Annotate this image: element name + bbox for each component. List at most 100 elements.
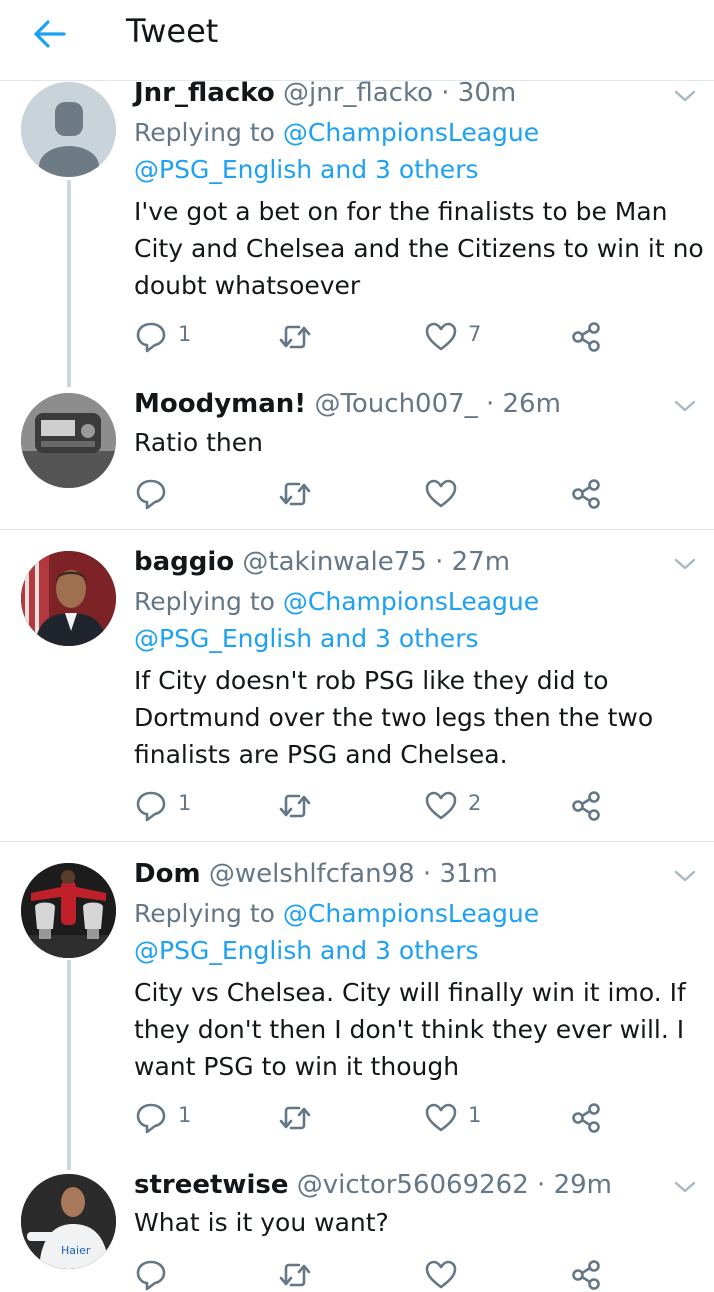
reply-button[interactable]: 1	[134, 789, 214, 823]
arrow-left-icon[interactable]	[30, 14, 70, 54]
heart-icon	[424, 320, 458, 354]
replying-to: Replying to @ChampionsLeague @PSG_Englis…	[134, 114, 539, 188]
share-button[interactable]	[569, 320, 609, 354]
share-button[interactable]	[569, 789, 609, 823]
tweet-header: Jnr_flacko @jnr_flacko · 30m	[134, 78, 516, 108]
speech-bubble-icon	[134, 789, 168, 823]
avatar[interactable]	[21, 863, 116, 958]
avatar[interactable]: Haier	[21, 1174, 116, 1269]
tweet-text: City vs Chelsea. City will finally win i…	[134, 978, 686, 1081]
handle[interactable]: @victor56069262	[297, 1170, 529, 1200]
timestamp: · 29m	[537, 1170, 612, 1200]
tweet-text: What is it you want?	[134, 1208, 389, 1237]
like-button[interactable]: 7	[424, 320, 504, 354]
mention-link[interactable]: @ChampionsLeague	[283, 118, 539, 147]
replying-to: Replying to @ChampionsLeague @PSG_Englis…	[134, 583, 539, 657]
share-icon	[569, 1101, 603, 1135]
retweet-button[interactable]	[278, 1101, 318, 1135]
timestamp: · 31m	[422, 859, 498, 889]
replying-prefix: Replying to	[134, 118, 283, 147]
thread-line	[67, 960, 71, 1170]
tweet-header: baggio @takinwale75 · 27m	[134, 547, 510, 577]
tweet-header: Dom @welshlfcfan98 · 31m	[134, 859, 498, 889]
avatar[interactable]	[21, 393, 116, 488]
mention-link[interactable]: @ChampionsLeague	[283, 899, 539, 928]
share-button[interactable]	[569, 1101, 609, 1135]
retweet-button[interactable]	[278, 789, 318, 823]
reply-button[interactable]	[134, 477, 214, 511]
timestamp: · 27m	[435, 547, 511, 577]
share-button[interactable]	[569, 1258, 609, 1292]
heart-icon	[424, 477, 458, 511]
heart-icon	[424, 789, 458, 823]
mention-link[interactable]: @PSG_English and 3 others	[134, 155, 479, 184]
retweet-icon	[278, 789, 312, 823]
handle[interactable]: @takinwale75	[242, 547, 426, 577]
speech-bubble-icon	[134, 320, 168, 354]
share-icon	[569, 789, 603, 823]
like-count: 1	[468, 1103, 482, 1127]
display-name[interactable]: baggio	[134, 547, 234, 577]
mention-link[interactable]: @ChampionsLeague	[283, 587, 539, 616]
chevron-down-icon[interactable]	[672, 551, 698, 577]
tweet-text: Ratio then	[134, 428, 264, 457]
speech-bubble-icon	[134, 1258, 168, 1292]
reply-count: 1	[178, 322, 192, 346]
avatar[interactable]	[21, 551, 116, 646]
display-name[interactable]: Dom	[134, 859, 201, 889]
handle[interactable]: @jnr_flacko	[283, 78, 433, 108]
retweet-button[interactable]	[278, 320, 318, 354]
chevron-down-icon[interactable]	[672, 393, 698, 419]
retweet-icon	[278, 1258, 312, 1292]
speech-bubble-icon	[134, 477, 168, 511]
svg-text:Haier: Haier	[61, 1244, 91, 1257]
heart-icon	[424, 1101, 458, 1135]
tweet-header: streetwise @victor56069262 · 29m	[134, 1170, 612, 1200]
retweet-icon	[278, 477, 312, 511]
thread-line	[67, 180, 71, 387]
reply-button[interactable]: 1	[134, 1101, 214, 1135]
retweet-button[interactable]	[278, 1258, 318, 1292]
like-button[interactable]	[424, 1258, 464, 1292]
share-icon	[569, 1258, 603, 1292]
reply-button[interactable]: 1	[134, 320, 214, 354]
share-icon	[569, 477, 603, 511]
mention-link[interactable]: @PSG_English and 3 others	[134, 624, 479, 653]
chevron-down-icon[interactable]	[672, 863, 698, 889]
replying-prefix: Replying to	[134, 587, 283, 616]
retweet-icon	[278, 320, 312, 354]
like-button[interactable]	[424, 477, 464, 511]
divider	[0, 529, 714, 530]
handle[interactable]: @Touch007_	[314, 389, 477, 419]
top-bar: Tweet	[0, 0, 714, 81]
heart-icon	[424, 1258, 458, 1292]
speech-bubble-icon	[134, 1101, 168, 1135]
display-name[interactable]: Jnr_flacko	[134, 78, 275, 108]
like-button[interactable]: 1	[424, 1101, 504, 1135]
display-name[interactable]: streetwise	[134, 1170, 288, 1200]
chevron-down-icon[interactable]	[672, 83, 698, 109]
reply-count: 1	[178, 1103, 192, 1127]
like-count: 2	[468, 791, 482, 815]
like-count: 7	[468, 322, 482, 346]
avatar[interactable]	[21, 82, 116, 177]
handle[interactable]: @welshlfcfan98	[209, 859, 415, 889]
chevron-down-icon[interactable]	[672, 1174, 698, 1200]
timestamp: · 26m	[485, 389, 561, 419]
display-name[interactable]: Moodyman!	[134, 389, 306, 419]
share-button[interactable]	[569, 477, 609, 511]
share-icon	[569, 320, 603, 354]
replying-prefix: Replying to	[134, 899, 283, 928]
reply-count: 1	[178, 791, 192, 815]
divider	[0, 841, 714, 842]
tweet-text: If City doesn't rob PSG like they did to…	[134, 666, 654, 769]
like-button[interactable]: 2	[424, 789, 504, 823]
tweet-text: I've got a bet on for the finalists to b…	[134, 197, 704, 300]
timestamp: · 30m	[441, 78, 517, 108]
tweet-header: Moodyman! @Touch007_ · 26m	[134, 389, 561, 419]
reply-button[interactable]	[134, 1258, 174, 1292]
replying-to: Replying to @ChampionsLeague @PSG_Englis…	[134, 895, 539, 969]
page-title: Tweet	[126, 12, 219, 50]
retweet-button[interactable]	[278, 477, 318, 511]
mention-link[interactable]: @PSG_English and 3 others	[134, 936, 479, 965]
